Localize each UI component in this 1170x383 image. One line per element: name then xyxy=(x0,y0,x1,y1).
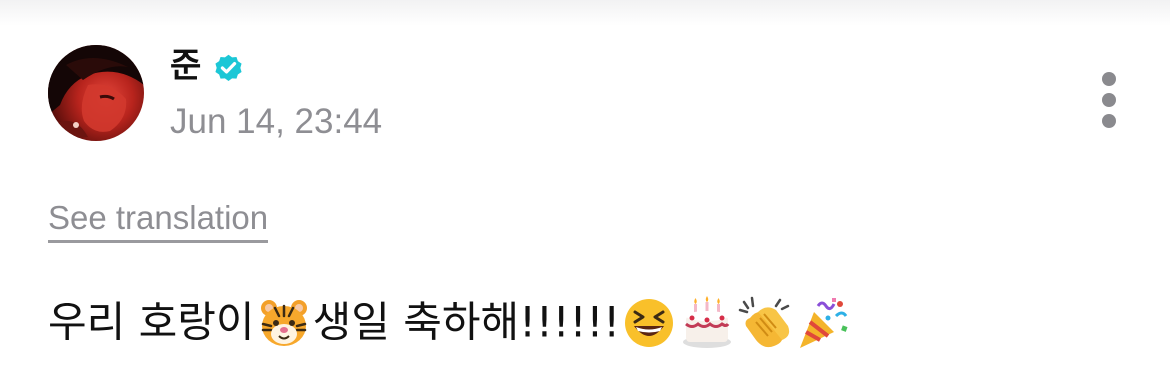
party-popper-icon xyxy=(796,296,850,350)
verified-badge-icon xyxy=(212,51,245,84)
post-body-text: 우리 호랑이 생일 축하해!!!!!! xyxy=(48,292,852,351)
post-text-part1: 우리 호랑이 xyxy=(48,297,255,347)
post-timestamp: Jun 14, 23:44 xyxy=(170,102,383,141)
grinning-squinting-face-icon xyxy=(622,296,676,350)
avatar[interactable] xyxy=(48,45,144,141)
post-text-part2: 생일 축하해!!!!!! xyxy=(312,297,621,347)
more-options-icon[interactable] xyxy=(1096,68,1122,132)
tiger-face-icon xyxy=(257,296,311,350)
post-card: 준 Jun 14, 23:44 See translation 우리 호랑이 생… xyxy=(0,0,1170,383)
author-name[interactable]: 준 xyxy=(170,44,201,88)
see-translation-link[interactable]: See translation xyxy=(48,198,269,243)
clapping-hands-icon xyxy=(738,296,792,350)
birthday-cake-icon xyxy=(680,295,734,350)
